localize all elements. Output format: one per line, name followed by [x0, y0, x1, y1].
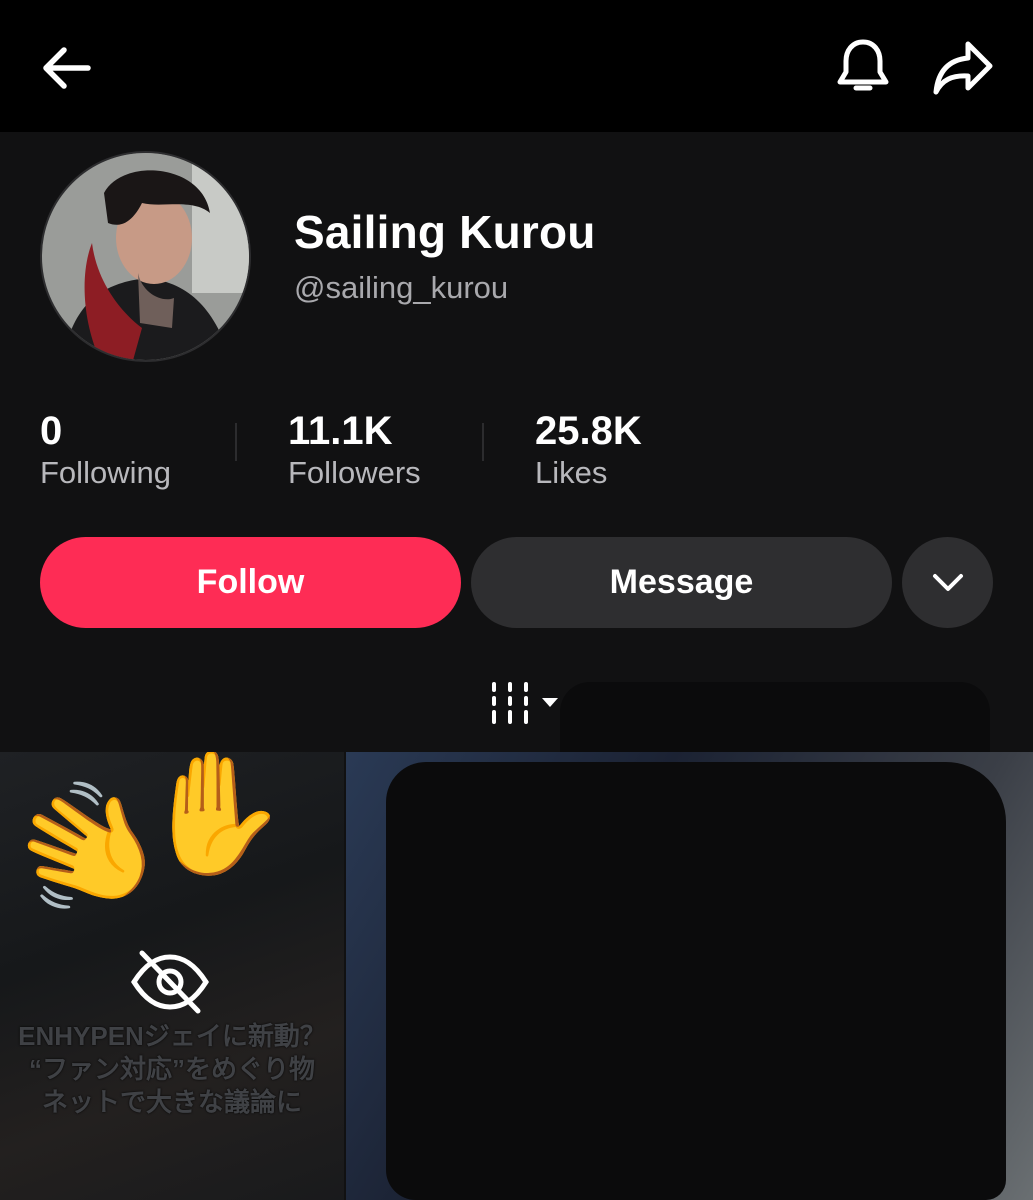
followers-count: 11.1K: [288, 409, 393, 453]
more-options-button[interactable]: [902, 537, 993, 628]
username-handle: @sailing_kurou: [294, 270, 509, 305]
bell-icon[interactable]: [832, 36, 894, 98]
likes-label: Likes: [535, 455, 608, 490]
display-name: Sailing Kurou: [294, 206, 596, 258]
share-arrow-icon[interactable]: [930, 38, 996, 98]
caption-line: ネットで大きな議論に: [41, 1087, 302, 1117]
following-label: Following: [40, 455, 171, 490]
stat-likes[interactable]: 25.8K Likes: [535, 408, 642, 494]
redaction-overlay: [386, 762, 1006, 1200]
video-tile[interactable]: [346, 752, 1033, 1200]
eye-off-icon: [131, 950, 209, 1014]
avatar-photo: [42, 153, 249, 360]
stat-following[interactable]: 0 Following: [40, 408, 171, 494]
back-arrow-icon[interactable]: [36, 40, 96, 96]
followers-label: Followers: [288, 455, 421, 490]
caption-line: ENHYPENジェイに新動？: [18, 1021, 326, 1051]
stat-divider: [482, 423, 484, 461]
likes-count: 25.8K: [535, 409, 642, 453]
follow-button[interactable]: Follow: [40, 537, 461, 628]
stat-divider: [235, 423, 237, 461]
stat-followers[interactable]: 11.1K Followers: [288, 408, 421, 494]
chevron-down-icon: [932, 573, 963, 591]
redaction-overlay: [560, 682, 990, 754]
column-filter-icon[interactable]: [488, 680, 564, 726]
raised-hand-emoji: ✋: [140, 752, 290, 880]
video-tile[interactable]: 👋 ✋ ENHYPENジェイに新動？ “ファン対応”をめぐり物 ネットで大きな議…: [0, 752, 344, 1200]
following-count: 0: [40, 409, 63, 453]
video-grid: 👋 ✋ ENHYPENジェイに新動？ “ファン対応”をめぐり物 ネットで大きな議…: [0, 752, 1033, 1200]
video-caption: ENHYPENジェイに新動？ “ファン対応”をめぐり物 ネットで大きな議論に: [0, 1020, 344, 1119]
top-bar: [0, 0, 1033, 132]
caption-line: “ファン対応”をめぐり物: [28, 1054, 315, 1084]
avatar[interactable]: [40, 151, 251, 362]
message-button[interactable]: Message: [471, 537, 892, 628]
